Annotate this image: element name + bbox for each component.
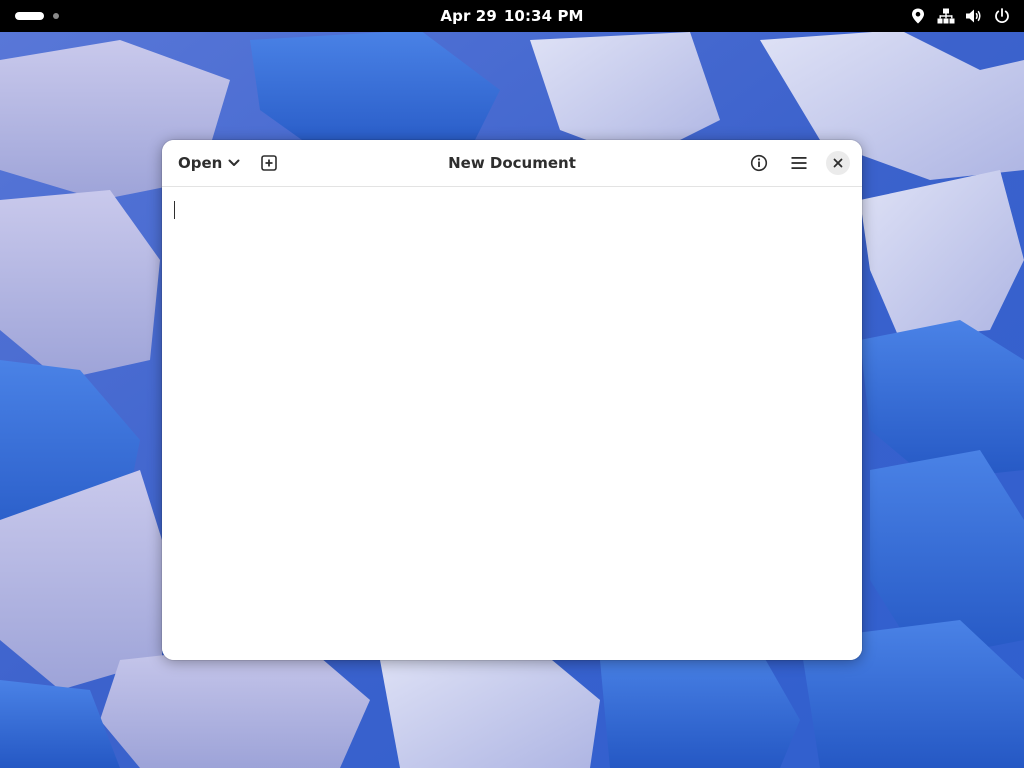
power-icon — [992, 6, 1012, 26]
hamburger-menu-icon — [791, 156, 807, 170]
workspace-indicator — [53, 13, 59, 19]
activities-button[interactable] — [10, 8, 64, 24]
system-status-menu[interactable] — [900, 0, 1012, 32]
new-tab-icon — [261, 155, 277, 171]
main-menu-button[interactable] — [784, 148, 814, 178]
text-editor-area[interactable] — [162, 187, 862, 660]
text-editor-window: Open New Document — [162, 140, 862, 660]
info-icon — [750, 154, 768, 172]
close-window-button[interactable] — [826, 151, 850, 175]
clock-date: Apr 29 — [440, 7, 497, 25]
network-wired-icon — [936, 6, 956, 26]
clock-button[interactable]: Apr 29 10:34 PM — [434, 7, 589, 25]
open-button-label: Open — [178, 154, 223, 172]
text-cursor — [174, 201, 175, 219]
chevron-down-icon — [228, 159, 240, 167]
document-properties-button[interactable] — [744, 148, 774, 178]
clock-area: Apr 29 10:34 PM — [0, 0, 1024, 32]
clock-time: 10:34 PM — [503, 7, 584, 25]
workspace-indicator-active — [15, 12, 44, 20]
window-title: New Document — [448, 154, 576, 172]
open-button[interactable]: Open — [170, 148, 248, 178]
top-bar: Apr 29 10:34 PM — [0, 0, 1024, 32]
location-icon — [908, 6, 928, 26]
close-icon — [833, 158, 843, 168]
desktop: Apr 29 10:34 PM Open New Document — [0, 0, 1024, 768]
volume-icon — [964, 6, 984, 26]
header-bar: Open New Document — [162, 140, 862, 187]
new-tab-button[interactable] — [254, 148, 284, 178]
